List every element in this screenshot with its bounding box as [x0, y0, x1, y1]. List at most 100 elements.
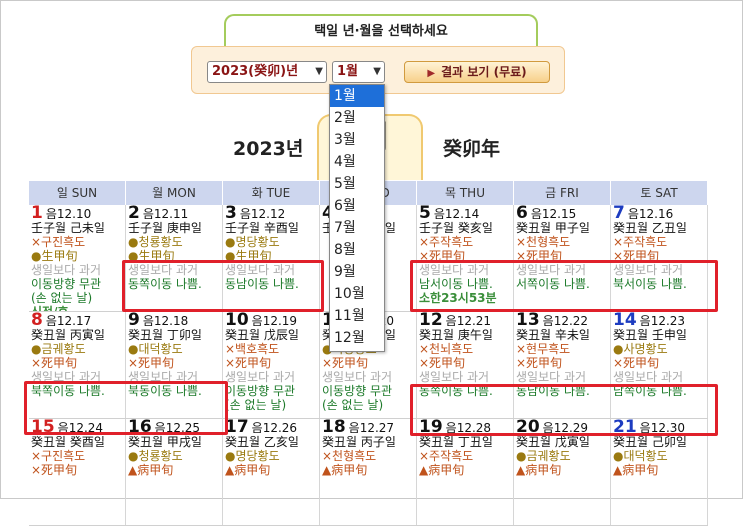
ganji-text: 癸丑월 甲子일 — [516, 221, 590, 235]
birthday-note: 생일보다 과거 — [31, 263, 102, 277]
ganji-text: 癸丑월 乙丑일 — [613, 221, 687, 235]
hwangdo-text: ×천형흑도 — [516, 235, 571, 249]
hwangdo-text: ●명당황도 — [225, 449, 280, 463]
page-title: 택일 년·월을 선택하세요 — [224, 14, 538, 48]
gapsun-text: ▲病甲旬 — [516, 463, 562, 477]
gapsun-text: ×死甲旬 — [516, 356, 563, 370]
highlight-box — [410, 384, 718, 436]
ganji-text: 癸丑월 己卯일 — [613, 435, 687, 449]
chevron-down-icon: ▼ — [373, 66, 381, 77]
day-extra-note: 신정/휴 — [31, 305, 125, 311]
hwangdo-text: ●청룡황도 — [128, 449, 183, 463]
banner-ganji-year: 癸卯年 — [443, 138, 501, 160]
calendar-day-cell[interactable]: 1 음12.10 壬子월 己未일 ×구진흑도 ●生甲旬 생일보다 과거 이동방향 무관 (손 … — [29, 205, 126, 311]
month-option[interactable]: 2월 — [330, 107, 384, 129]
month-select-value: 1월 — [337, 64, 359, 79]
ganji-text: 癸丑월 壬申일 — [613, 328, 687, 342]
play-icon: ▶ — [427, 68, 436, 79]
hwangdo-text: ●청룡황도 — [128, 235, 183, 249]
day-header: 3 음12.12 — [225, 205, 319, 222]
day-header: 9 음12.18 — [128, 312, 222, 329]
ganji-text: 癸丑월 乙亥일 — [225, 435, 299, 449]
hwangdo-text: ×구진흑도 — [31, 449, 86, 463]
lunar-date: 음12.27 — [348, 421, 395, 435]
ganji-text: 癸丑월 戊辰일 — [225, 328, 299, 342]
day-header: 2 음12.11 — [128, 205, 222, 222]
month-option[interactable]: 5월 — [330, 173, 384, 195]
year-select-value: 2023(癸卯)년 — [212, 64, 299, 79]
month-option[interactable]: 11월 — [330, 305, 384, 327]
day-header: 5 음12.14 — [419, 205, 513, 222]
month-option[interactable]: 4월 — [330, 151, 384, 173]
hwangdo-text: ×주작흑도 — [613, 235, 668, 249]
month-select[interactable]: 1월 ▼ — [332, 61, 385, 83]
gapsun-text: ×死甲旬 — [322, 356, 369, 370]
view-result-label: 결과 보기 (무료) — [441, 65, 527, 79]
lunar-date: 음12.11 — [142, 207, 189, 221]
ganji-text: 壬子월 庚申일 — [128, 221, 202, 235]
lunar-date: 음12.12 — [239, 207, 286, 221]
ganji-text: 癸丑월 丙寅일 — [31, 328, 105, 342]
direction-note: 이동방향 무관 — [322, 384, 393, 398]
month-option[interactable]: 8월 — [330, 239, 384, 261]
hwangdo-text: ×현무흑도 — [516, 342, 571, 356]
hwangdo-text: ×주작흑도 — [419, 235, 474, 249]
weekday-thu: 목 THU — [417, 181, 514, 205]
lunar-date: 음12.26 — [251, 421, 298, 435]
highlight-box — [24, 381, 228, 435]
calendar-day-cell[interactable]: 17 음12.26 癸丑월 乙亥일 ●명당황도 ▲病甲旬 — [223, 419, 320, 525]
lunar-date: 음12.17 — [45, 314, 92, 328]
view-result-button[interactable]: ▶ 결과 보기 (무료) — [404, 61, 550, 83]
day-header: 12 음12.21 — [419, 312, 513, 329]
direction-note-sub: (손 없는 날) — [225, 398, 287, 412]
ganji-text: 癸丑월 辛未일 — [516, 328, 590, 342]
month-dropdown-list[interactable]: 1월 2월 3월 4월 5월 6월 7월 8월 9월 10월 11월 12월 — [329, 84, 385, 352]
ganji-text: 癸丑월 丙子일 — [322, 435, 396, 449]
lunar-date: 음12.23 — [639, 314, 686, 328]
ganji-text: 癸丑월 甲戌일 — [128, 435, 202, 449]
gapsun-text: ×死甲旬 — [128, 356, 175, 370]
month-option[interactable]: 1월 — [330, 85, 384, 107]
gapsun-text: ▲病甲旬 — [322, 463, 368, 477]
gapsun-text: ×死甲旬 — [31, 356, 78, 370]
day-header: 10 음12.19 — [225, 312, 319, 329]
direction-note: 이동방향 무관 — [225, 384, 296, 398]
gapsun-text: ▲病甲旬 — [225, 463, 271, 477]
hwangdo-text: ●대덕황도 — [128, 342, 183, 356]
lunar-date: 음12.19 — [251, 314, 298, 328]
hwangdo-text: ×백호흑도 — [225, 342, 280, 356]
hwangdo-text: ●사명황도 — [613, 342, 668, 356]
month-option[interactable]: 10월 — [330, 283, 384, 305]
gapsun-text: ×死甲旬 — [419, 356, 466, 370]
hwangdo-text: ●금궤황도 — [516, 449, 571, 463]
month-option[interactable]: 7월 — [330, 217, 384, 239]
ganji-text: 癸丑월 庚午일 — [419, 328, 493, 342]
ganji-text: 壬子월 癸亥일 — [419, 221, 493, 235]
lunar-date: 음12.16 — [627, 207, 674, 221]
calendar-day-cell[interactable]: 10 음12.19 癸丑월 戊辰일 ×백호흑도 ×死甲旬 생일보다 과거 이동방향 무관 (손… — [223, 312, 320, 418]
highlight-box — [122, 260, 324, 312]
ganji-text: 癸丑월 戊寅일 — [516, 435, 590, 449]
birthday-note: 생일보다 과거 — [419, 370, 490, 384]
lunar-date: 음12.10 — [45, 207, 92, 221]
month-option[interactable]: 6월 — [330, 195, 384, 217]
day-header: 13 음12.22 — [516, 312, 610, 329]
month-option[interactable]: 9월 — [330, 261, 384, 283]
day-header: 14 음12.23 — [613, 312, 707, 329]
highlight-box — [410, 260, 718, 312]
hwangdo-text: ●대덕황도 — [613, 449, 668, 463]
gapsun-text: ×死甲旬 — [225, 356, 272, 370]
direction-note: 이동방향 무관 — [31, 277, 102, 291]
weekday-sun: 일 SUN — [29, 181, 126, 205]
year-select[interactable]: 2023(癸卯)년 ▼ — [207, 61, 327, 83]
calendar-day-cell[interactable]: 18 음12.27 癸丑월 丙子일 ×천형흑도 ▲病甲旬 — [320, 419, 417, 525]
lunar-date: 음12.14 — [433, 207, 480, 221]
month-option[interactable]: 3월 — [330, 129, 384, 151]
month-option[interactable]: 12월 — [330, 327, 384, 349]
hwangdo-text: ×천뇌흑도 — [419, 342, 474, 356]
hwangdo-text: ×구진흑도 — [31, 235, 86, 249]
hwangdo-text: ×주작흑도 — [419, 449, 474, 463]
gapsun-text: ×死甲旬 — [613, 356, 660, 370]
direction-note-sub: (손 없는 날) — [322, 398, 384, 412]
gapsun-text: ×死甲旬 — [31, 463, 78, 477]
